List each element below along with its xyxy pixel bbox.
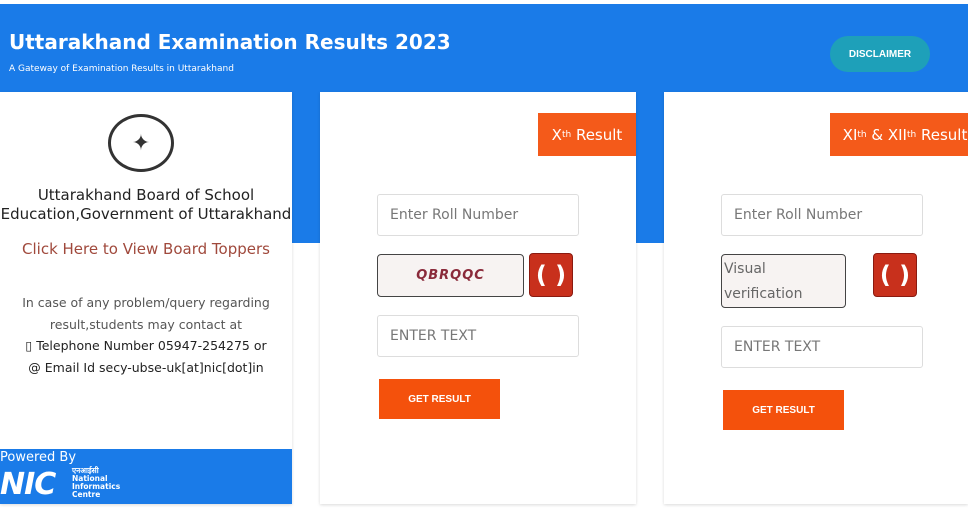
x-captcha-text-input[interactable]: ENTER TEXT bbox=[377, 315, 579, 357]
phone-number: Telephone Number 05947-254275 or bbox=[36, 338, 267, 353]
divider-strip bbox=[636, 92, 664, 243]
nic-logo: NIC bbox=[0, 467, 56, 502]
contact-text: result,students may contact at bbox=[49, 316, 243, 332]
email-address: Email Id secy-ubse-uk[at]nic[dot]in bbox=[44, 359, 264, 375]
powered-by-label: Powered By bbox=[0, 450, 77, 465]
email-icon: @ bbox=[28, 359, 45, 375]
site-header: Uttarakhand Examination Results 2023 A G… bbox=[0, 4, 968, 92]
refresh-captcha-icon[interactable]: ( ) bbox=[529, 253, 573, 297]
xii-result-tab[interactable]: XI th & XII th Result bbox=[830, 113, 968, 156]
xii-captcha-text-input[interactable]: ENTER TEXT bbox=[721, 326, 923, 368]
board-toppers-link[interactable]: Click Here to View Board Toppers bbox=[0, 240, 292, 258]
phone-icon: ▯ bbox=[25, 338, 37, 353]
xii-captcha-image: Visual verification bbox=[721, 254, 846, 308]
divider-strip bbox=[292, 92, 320, 243]
contact-text: In case of any problem/query regarding bbox=[22, 295, 270, 310]
page-subtitle: A Gateway of Examination Results in Utta… bbox=[9, 64, 234, 74]
powered-by-footer: Powered By NIC एनआईसी National Informatics… bbox=[0, 449, 292, 504]
x-result-tab[interactable]: Xth Result bbox=[538, 113, 636, 156]
disclaimer-button[interactable]: DISCLAIMER bbox=[830, 36, 930, 72]
nic-logo-text: एनआईसी National Informatics Centre bbox=[72, 466, 121, 499]
contact-info: In case of any problem/query regarding r… bbox=[0, 292, 292, 378]
xii-roll-number-input[interactable]: Enter Roll Number bbox=[721, 194, 923, 236]
xii-get-result-button[interactable]: GET RESULT bbox=[723, 390, 844, 430]
x-roll-number-input[interactable]: Enter Roll Number bbox=[377, 194, 579, 236]
board-logo: ✦ bbox=[108, 114, 174, 172]
x-captcha-image: QBRQQC bbox=[377, 254, 524, 297]
refresh-captcha-icon[interactable]: ( ) bbox=[873, 253, 917, 297]
board-name-line: Uttarakhand Board of School bbox=[37, 186, 255, 204]
board-name: Uttarakhand Board of School Education,Gov… bbox=[0, 186, 292, 224]
page-title: Uttarakhand Examination Results 2023 bbox=[9, 30, 451, 54]
x-get-result-button[interactable]: GET RESULT bbox=[379, 379, 500, 419]
board-name-line: Education,Government of Uttarakhand bbox=[0, 205, 292, 223]
